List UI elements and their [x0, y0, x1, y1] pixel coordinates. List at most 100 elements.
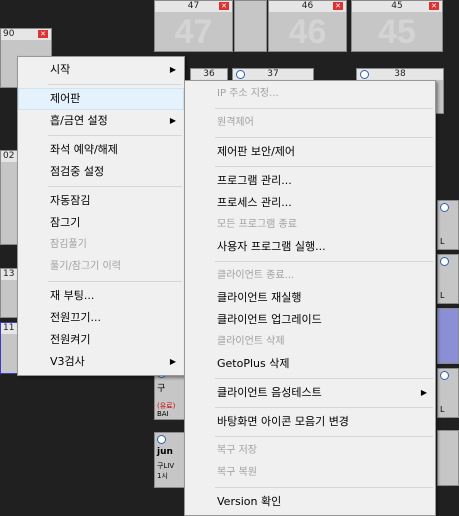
- clock-icon: [440, 371, 449, 380]
- seat-tile-right-5[interactable]: [437, 430, 459, 486]
- menu-item-label: 잠김풀기: [50, 239, 87, 250]
- control-panel-menu-item: 모든 프로그램 종료: [185, 214, 435, 236]
- main-menu-item[interactable]: 제어판: [18, 88, 184, 110]
- main-menu-item: 잠김풀기: [18, 234, 184, 256]
- seat-tile-right-1[interactable]: L: [437, 200, 459, 250]
- menu-item-label: 프로세스 관리...: [217, 196, 292, 209]
- menu-item-label: 제어판 보안/제어: [217, 145, 296, 158]
- menu-item-label: 클라이언트 업그레이드: [217, 313, 322, 326]
- menu-item-label: 재 부팅...: [50, 289, 95, 302]
- menu-separator: [215, 436, 433, 437]
- control-panel-menu-item[interactable]: 사용자 프로그램 실행...: [185, 236, 435, 258]
- menu-separator: [215, 378, 433, 379]
- menu-item-label: 좌석 예약/해제: [50, 143, 118, 156]
- main-menu-item[interactable]: 전원켜기: [18, 329, 184, 351]
- main-menu-item[interactable]: 잠그기: [18, 212, 184, 234]
- control-panel-menu-item[interactable]: 프로그램 관리...: [185, 170, 435, 192]
- seat-text: L: [440, 237, 445, 246]
- main-menu-item[interactable]: 전원끄기...: [18, 307, 184, 329]
- menu-item-label: 클라이언트 삭제: [217, 336, 285, 347]
- context-menu-control-panel: IP 주소 지정... 원격제어제어판 보안/제어프로그램 관리... 프로세스 관…: [184, 80, 436, 516]
- menu-separator: [48, 84, 182, 85]
- menu-item-label: GetoPlus 삭제: [217, 357, 290, 370]
- menu-item-label: 복구 저장: [217, 445, 257, 456]
- seat-text: BAI: [157, 410, 169, 418]
- menu-item-label: 자동잠김: [50, 194, 91, 207]
- menu-item-label: 원격제어: [217, 117, 254, 128]
- menu-item-label: 복구 복원: [217, 467, 257, 478]
- control-panel-menu-item[interactable]: Version 확인: [185, 491, 435, 513]
- clock-icon: [157, 435, 166, 444]
- seat-text: L: [440, 405, 445, 414]
- seat-number-large: 46: [288, 13, 327, 51]
- close-icon: ✕: [333, 2, 343, 10]
- main-menu-item[interactable]: 재 부팅...: [18, 285, 184, 307]
- seat-tile-right-4[interactable]: L: [437, 368, 459, 418]
- clock-icon: [440, 257, 449, 266]
- seat-text: jun: [157, 447, 173, 457]
- seat-tile-45[interactable]: 45 ✕ 45: [351, 0, 443, 52]
- seat-tile-46[interactable]: 46 ✕ 46: [268, 0, 347, 52]
- main-menu-item[interactable]: 시작 ▶: [18, 59, 184, 81]
- control-panel-menu-item: IP 주소 지정...: [185, 83, 435, 105]
- menu-separator: [215, 108, 433, 109]
- menu-item-label: 제어판: [50, 92, 81, 105]
- menu-item-label: 클라이언트 재실행: [217, 291, 302, 304]
- clock-icon: [360, 70, 369, 79]
- main-menu-item[interactable]: 점검중 설정: [18, 161, 184, 183]
- menu-separator: [48, 281, 182, 282]
- control-panel-menu-item[interactable]: 클라이언트 업그레이드: [185, 309, 435, 331]
- control-panel-menu-item: 복구 저장: [185, 440, 435, 462]
- menu-separator: [215, 261, 433, 262]
- seat-text: 구: [157, 384, 166, 394]
- seat-text: 1시: [157, 472, 168, 480]
- seat-tile-right-2[interactable]: L: [437, 254, 459, 304]
- menu-item-label: 잠그기: [50, 216, 81, 229]
- submenu-arrow-icon: ▶: [169, 357, 176, 366]
- menu-separator: [48, 186, 182, 187]
- menu-item-label: 클라이언트 음성테스트: [217, 386, 322, 399]
- control-panel-menu-item: 복구 복원: [185, 462, 435, 484]
- menu-separator: [215, 166, 433, 167]
- menu-item-label: V3검사: [50, 355, 85, 368]
- control-panel-menu-item: 클라이언트 삭제: [185, 331, 435, 353]
- control-panel-menu-item[interactable]: 바탕화면 아이콘 모음기 변경: [185, 411, 435, 433]
- submenu-arrow-icon: ▶: [169, 65, 176, 74]
- main-menu-item[interactable]: 좌석 예약/해제: [18, 139, 184, 161]
- menu-item-label: 전원켜기: [50, 333, 91, 346]
- menu-item-label: 프로그램 관리...: [217, 174, 292, 187]
- control-panel-menu-item[interactable]: 클라이언트 음성테스트 ▶: [185, 382, 435, 404]
- main-menu-item[interactable]: 흡/금연 설정 ▶: [18, 110, 184, 132]
- control-panel-menu-item: 원격제어: [185, 112, 435, 134]
- seat-number-large: 47: [174, 13, 213, 51]
- seat-number: 36: [191, 69, 227, 80]
- seat-number: 37: [233, 69, 313, 80]
- seat-number: 38: [357, 69, 443, 80]
- control-panel-menu-item[interactable]: 클라이언트 재실행: [185, 287, 435, 309]
- control-panel-menu-item: 클라이언트 종료...: [185, 265, 435, 287]
- seat-text: 구LIV: [157, 462, 175, 470]
- menu-item-label: 시작: [50, 63, 71, 76]
- menu-item-label: 흡/금연 설정: [50, 114, 108, 127]
- close-icon: ✕: [219, 2, 229, 10]
- control-panel-menu-item[interactable]: GetoPlus 삭제: [185, 353, 435, 375]
- menu-item-label: 전원끄기...: [50, 311, 101, 324]
- seat-tile-partial[interactable]: [234, 0, 267, 52]
- menu-item-label: 점검중 설정: [50, 165, 105, 178]
- menu-item-label: 풀기/잠그기 이력: [50, 261, 121, 272]
- main-menu-item[interactable]: 자동잠김: [18, 190, 184, 212]
- seat-text: L: [440, 291, 445, 300]
- menu-separator: [215, 407, 433, 408]
- seat-tile-47[interactable]: 47 ✕ 47: [154, 0, 233, 52]
- menu-item-label: 사용자 프로그램 실행...: [217, 240, 326, 253]
- menu-item-label: 바탕화면 아이콘 모음기 변경: [217, 415, 349, 428]
- menu-item-label: Version 확인: [217, 495, 282, 508]
- seat-tile-lower-2[interactable]: jun 구LIV 1시: [154, 432, 188, 488]
- menu-separator: [48, 135, 182, 136]
- main-menu-item[interactable]: V3검사 ▶: [18, 351, 184, 373]
- menu-separator: [215, 487, 433, 488]
- control-panel-menu-item[interactable]: 프로세스 관리...: [185, 192, 435, 214]
- control-panel-menu-item[interactable]: 제어판 보안/제어: [185, 141, 435, 163]
- menu-separator: [215, 137, 433, 138]
- seat-tile-right-3[interactable]: [437, 308, 459, 364]
